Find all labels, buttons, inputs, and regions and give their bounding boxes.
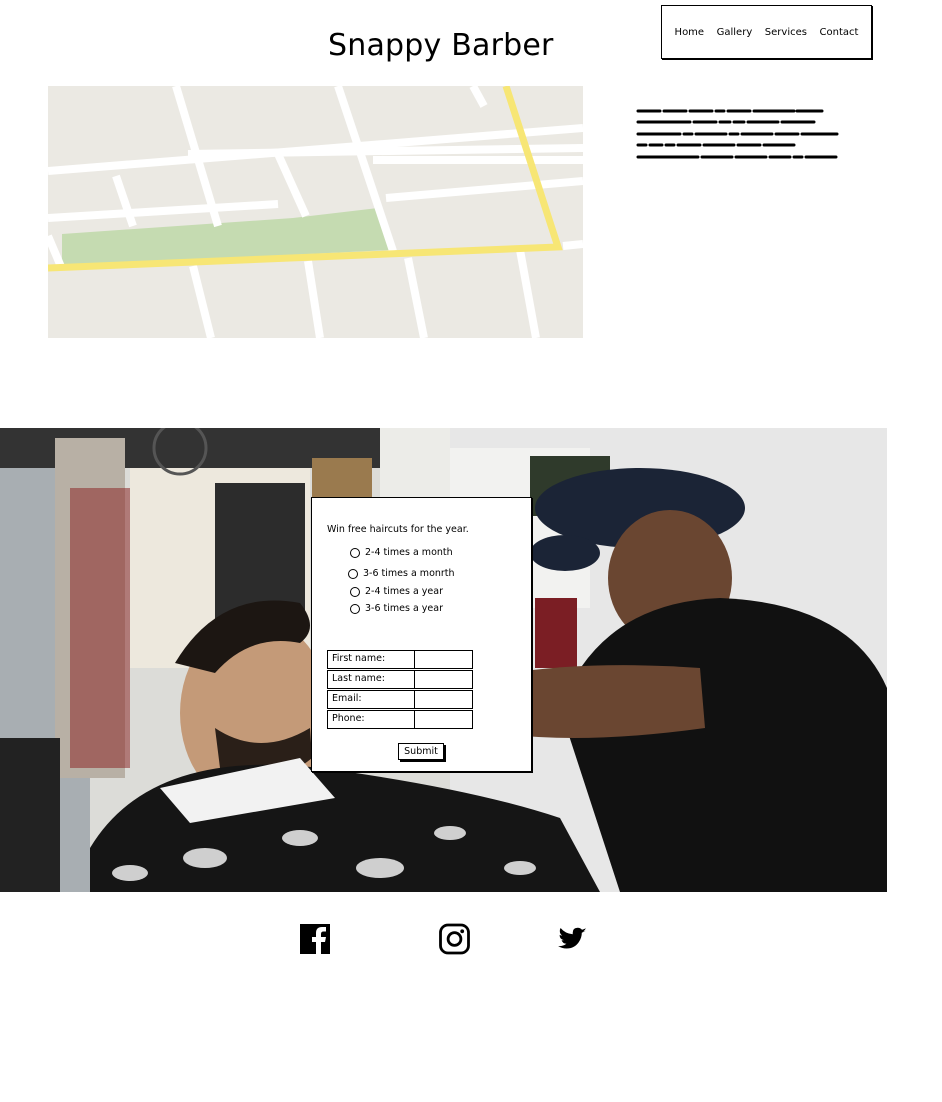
radio-button[interactable] bbox=[350, 547, 360, 558]
page: Snappy Barber Home Gallery Services Cont… bbox=[0, 0, 942, 1102]
form-heading: Win free haircuts for the year. bbox=[327, 524, 469, 535]
location-map[interactable] bbox=[48, 86, 583, 338]
option-label: 2-4 times a month bbox=[365, 547, 453, 558]
radio-button[interactable] bbox=[348, 568, 358, 579]
frequency-option[interactable]: 2-4 times a month bbox=[350, 547, 453, 558]
first-name-row: First name: bbox=[327, 650, 473, 669]
first-name-field[interactable] bbox=[415, 650, 473, 669]
last-name-field[interactable] bbox=[415, 670, 473, 689]
submit-button[interactable]: Submit bbox=[398, 743, 444, 760]
nav-gallery-link[interactable]: Gallery bbox=[717, 27, 753, 38]
option-label: 3-6 times a monrth bbox=[363, 568, 455, 579]
nav-contact-link[interactable]: Contact bbox=[820, 27, 859, 38]
site-title: Snappy Barber bbox=[328, 28, 554, 63]
facebook-icon[interactable] bbox=[300, 922, 331, 956]
placeholder-text-squiggle bbox=[636, 109, 839, 159]
radio-button[interactable] bbox=[350, 586, 360, 597]
first-name-label: First name: bbox=[327, 650, 415, 669]
option-label: 3-6 times a year bbox=[365, 603, 444, 614]
email-field[interactable] bbox=[415, 690, 473, 709]
frequency-option[interactable]: 2-4 times a year bbox=[350, 586, 443, 597]
email-row: Email: bbox=[327, 690, 473, 709]
map-graphic bbox=[48, 86, 583, 338]
last-name-label: Last name: bbox=[327, 670, 415, 689]
phone-row: Phone: bbox=[327, 710, 473, 729]
haircut-signup-form: Win free haircuts for the year. 2-4 time… bbox=[311, 497, 532, 772]
nav-menu: Home Gallery Services Contact bbox=[661, 5, 872, 59]
instagram-icon[interactable] bbox=[439, 922, 470, 956]
twitter-icon[interactable] bbox=[556, 922, 587, 956]
frequency-option[interactable]: 3-6 times a monrth bbox=[348, 568, 455, 579]
phone-field[interactable] bbox=[415, 710, 473, 729]
last-name-row: Last name: bbox=[327, 670, 473, 689]
nav-services-link[interactable]: Services bbox=[765, 27, 807, 38]
option-label: 2-4 times a year bbox=[365, 586, 444, 597]
phone-label: Phone: bbox=[327, 710, 415, 729]
frequency-option[interactable]: 3-6 times a year bbox=[350, 603, 443, 614]
radio-button[interactable] bbox=[350, 603, 360, 614]
email-label: Email: bbox=[327, 690, 415, 709]
nav-home-link[interactable]: Home bbox=[675, 27, 705, 38]
